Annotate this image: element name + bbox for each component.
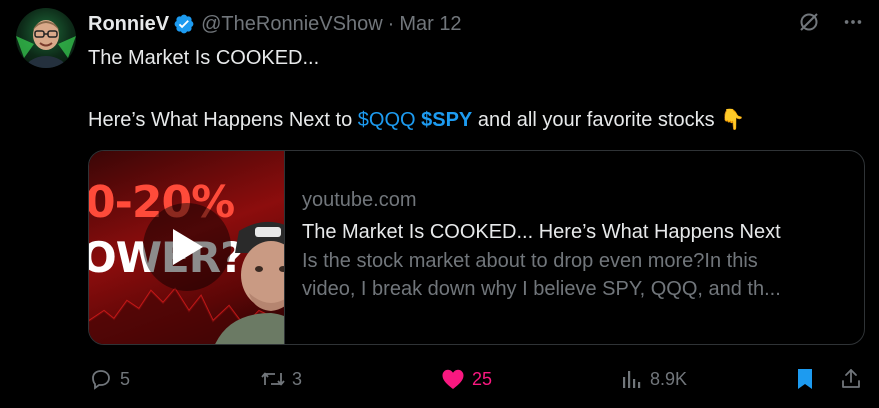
card-domain: youtube.com [302, 189, 417, 211]
card-body: youtube.com The Market Is COOKED... Here… [285, 151, 862, 344]
repost-icon [260, 366, 286, 392]
repost-count: 3 [292, 368, 303, 389]
heart-icon [440, 366, 466, 392]
cashtag-spy[interactable]: $SPY [421, 109, 472, 131]
reply-count: 5 [120, 368, 131, 389]
tweet-date[interactable]: Mar 12 [399, 13, 461, 36]
play-icon[interactable] [143, 203, 231, 291]
share-icon [838, 366, 864, 392]
card-title[interactable]: The Market Is COOKED... Here’s What Happ… [302, 217, 862, 247]
card-description: Is the stock market about to drop even m… [302, 247, 857, 303]
author-name[interactable]: RonnieV [88, 13, 169, 36]
views-count: 8.9K [650, 368, 688, 389]
grok-icon[interactable] [797, 10, 821, 34]
repost-button[interactable]: 3 [260, 364, 302, 394]
like-count: 25 [472, 368, 493, 389]
tweet[interactable]: RonnieV @TheRonnieVShow · Mar 12 The Mar… [0, 0, 879, 408]
tweet-text: The Market Is COOKED... Here’s What Happ… [88, 44, 858, 134]
pointing-down-emoji: 👇 [720, 109, 746, 131]
verified-badge-icon [173, 13, 195, 35]
tweet-header: RonnieV @TheRonnieVShow · Mar 12 [88, 10, 462, 38]
card-description-line-1: Is the stock market about to drop even m… [302, 250, 758, 272]
header-separator: · [387, 12, 395, 35]
card-description-line-2: video, I break down why I believe SPY, Q… [302, 278, 781, 300]
tweet-text-prefix: Here’s What Happens Next to [88, 109, 358, 131]
video-thumbnail[interactable]: 0-20% OWER? [89, 151, 285, 344]
bookmark-icon [792, 366, 818, 392]
tweet-line-1: The Market Is COOKED... [88, 47, 320, 69]
author-handle[interactable]: @TheRonnieVShow [201, 13, 383, 36]
bookmark-button[interactable] [792, 364, 824, 394]
tweet-actions: 5 3 25 8.9K [88, 364, 866, 394]
more-icon[interactable] [841, 10, 865, 34]
like-button[interactable]: 25 [440, 364, 492, 394]
views-button[interactable]: 8.9K [618, 364, 687, 394]
avatar[interactable] [16, 8, 76, 68]
tweet-line-2: Here’s What Happens Next to $QQQ $SPY an… [88, 106, 858, 134]
reply-button[interactable]: 5 [88, 364, 130, 394]
link-preview-card[interactable]: 0-20% OWER? youtube.com The Market Is CO… [88, 150, 865, 345]
reply-icon [88, 366, 114, 392]
cashtag-qqq[interactable]: $QQQ [358, 109, 416, 131]
views-icon [618, 366, 644, 392]
tweet-text-suffix: and all your favorite stocks [472, 109, 721, 131]
share-button[interactable] [838, 364, 870, 394]
tweet-top-actions [797, 10, 865, 34]
